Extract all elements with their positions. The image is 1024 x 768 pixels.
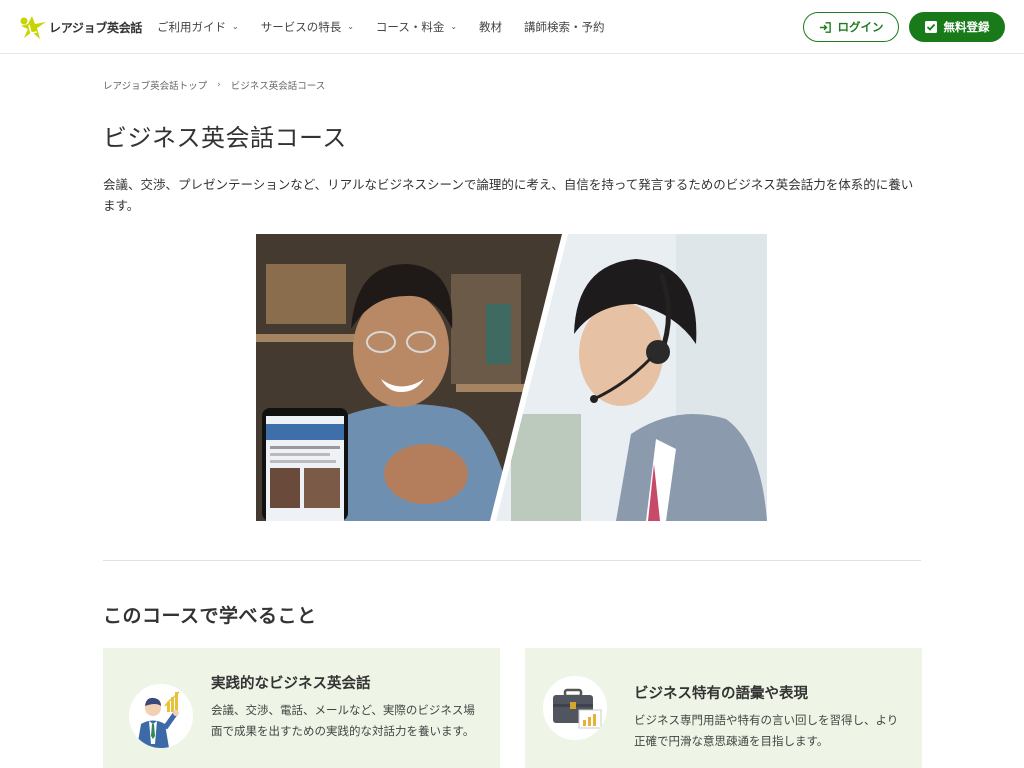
login-button[interactable]: ログイン bbox=[803, 12, 899, 42]
nav-tutor-search[interactable]: 講師検索・予約 bbox=[524, 19, 605, 35]
main-nav: ご利用ガイド ⌄ サービスの特長 ⌄ コース・料金 ⌄ 教材 講師検索・予約 bbox=[157, 0, 627, 54]
card-description: ビジネス専門用語や特有の言い回しを習得し、より正確で円滑な意思疎通を目指します。 bbox=[634, 713, 899, 748]
logo[interactable]: レアジョブ英会話 bbox=[18, 10, 142, 44]
hero-image bbox=[256, 234, 767, 521]
nav-features[interactable]: サービスの特長 ⌄ bbox=[261, 19, 354, 35]
nav-materials-label: 教材 bbox=[479, 20, 503, 34]
nav-courses-label: コース・料金 bbox=[375, 20, 445, 34]
chevron-down-icon: ⌄ bbox=[232, 21, 239, 31]
breadcrumb-current: ビジネス英会話コース bbox=[230, 81, 326, 92]
nav-tutor-search-label: 講師検索・予約 bbox=[524, 20, 605, 34]
chevron-down-icon: ⌄ bbox=[347, 21, 354, 31]
register-label: 無料登録 bbox=[943, 20, 990, 34]
learn-card: 実践的なビジネス英会話 会議、交渉、電話、メールなど、実際のビジネス場面で成果を… bbox=[103, 648, 500, 768]
logo-star-icon bbox=[20, 16, 46, 39]
nav-guide-label: ご利用ガイド bbox=[157, 20, 226, 34]
nav-guide[interactable]: ご利用ガイド ⌄ bbox=[157, 19, 239, 35]
breadcrumb-home[interactable]: レアジョブ英会話トップ bbox=[103, 78, 207, 92]
site-header: レアジョブ英会話 ご利用ガイド ⌄ サービスの特長 ⌄ コース・料金 ⌄ 教材 … bbox=[0, 0, 1024, 54]
breadcrumb: レアジョブ英会話トップ › ビジネス英会話コース bbox=[103, 78, 325, 92]
card-title: 実践的なビジネス英会話 bbox=[211, 676, 371, 692]
chevron-down-icon: ⌄ bbox=[450, 21, 458, 31]
learn-card: ビジネス特有の語彙や表現 ビジネス専門用語や特有の言い回しを習得し、より正確で円… bbox=[525, 648, 922, 768]
logo-text: レアジョブ英会話 bbox=[49, 20, 143, 35]
nav-courses[interactable]: コース・料金 ⌄ bbox=[376, 19, 457, 35]
register-button[interactable]: 無料登録 bbox=[909, 12, 1005, 42]
nav-features-label: サービスの特長 bbox=[260, 20, 342, 34]
login-label: ログイン bbox=[837, 20, 884, 34]
card-title: ビジネス特有の語彙や表現 bbox=[634, 686, 808, 702]
page-title: ビジネス英会話コース bbox=[103, 124, 347, 152]
nav-materials[interactable]: 教材 bbox=[479, 19, 502, 35]
intro-text: 会議、交渉、プレゼンテーションなど、リアルなビジネスシーンで論理的に考え、自信を… bbox=[103, 177, 914, 213]
checkbox-icon bbox=[924, 21, 937, 33]
learn-section-title: このコースで学べること bbox=[103, 605, 317, 627]
chevron-right-icon: › bbox=[217, 80, 221, 90]
briefcase-chart-icon bbox=[543, 676, 607, 740]
section-divider bbox=[103, 560, 921, 561]
login-icon bbox=[819, 21, 831, 33]
businessman-chart-icon bbox=[129, 684, 193, 748]
card-description: 会議、交渉、電話、メールなど、実際のビジネス場面で成果を出すための実践的な対話力… bbox=[211, 703, 475, 738]
